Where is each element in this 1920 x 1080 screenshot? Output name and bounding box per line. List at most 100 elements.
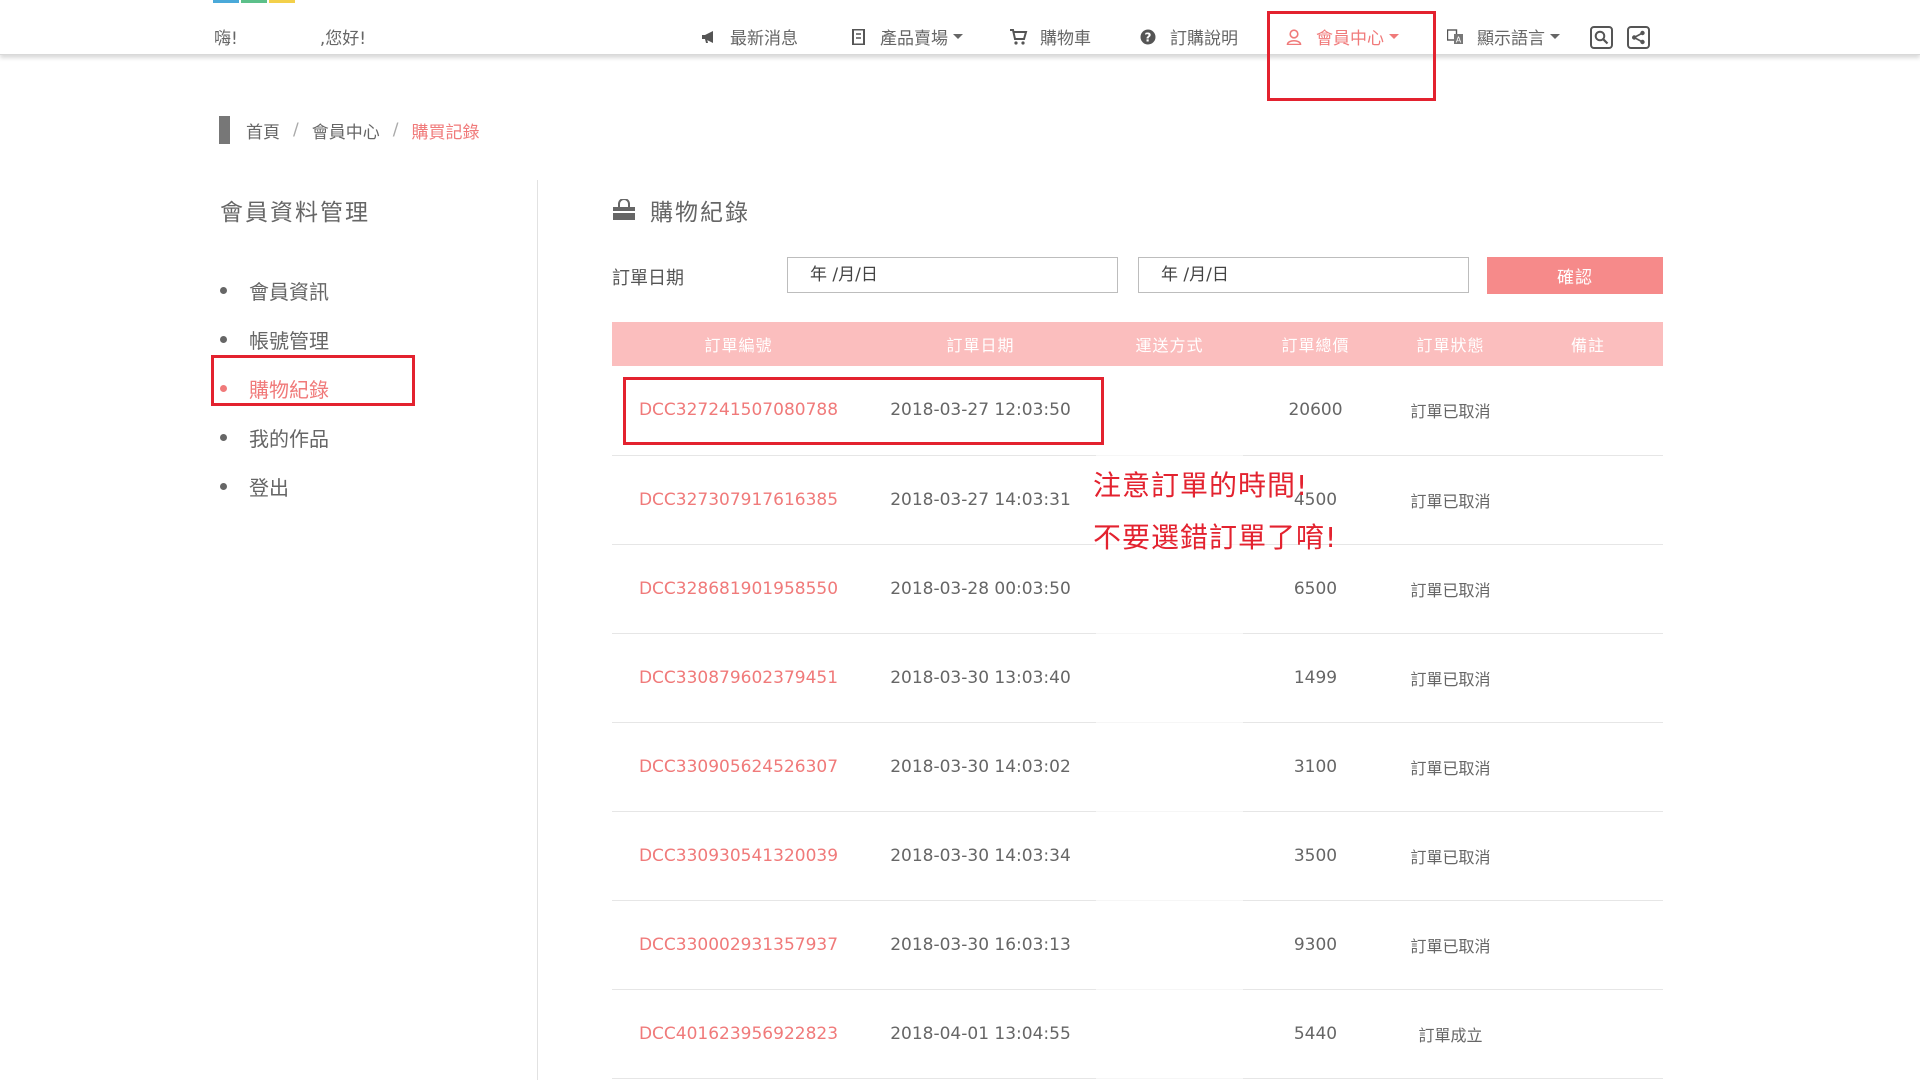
nav-news-label: 最新消息: [730, 29, 798, 49]
order-date: 2018-03-28 00:03:50: [865, 544, 1096, 634]
nav-language-label: 顯示語言: [1477, 29, 1545, 49]
sidebar-item-my-works[interactable]: 我的作品: [220, 413, 329, 462]
nav-products[interactable]: 產品賣場: [850, 24, 963, 49]
sidebar-item-label: 登出: [249, 476, 289, 500]
bullet-icon: [220, 287, 227, 294]
nav-language[interactable]: A 顯示語言: [1447, 24, 1560, 49]
svg-text:?: ?: [1145, 30, 1152, 44]
order-date: 2018-03-30 16:03:13: [865, 900, 1096, 990]
nav-cart[interactable]: 購物車: [1010, 24, 1091, 49]
column-header: 備註: [1570, 336, 1605, 355]
shipping-method: [1096, 900, 1243, 990]
table-row: DCC330930541320039 2018-03-30 14:03:34 350…: [612, 811, 1663, 901]
column-header: 運送方式: [1135, 336, 1204, 355]
column-header: 訂單日期: [946, 336, 1015, 355]
order-date: 2018-03-30 14:03:02: [865, 722, 1096, 812]
order-note: [1513, 989, 1663, 1079]
order-note: [1513, 722, 1663, 812]
annotation-line-1: 注意訂單的時間!: [1093, 469, 1309, 502]
order-date-label: 訂單日期: [612, 268, 684, 289]
greeting-prefix: 嗨!: [214, 29, 238, 49]
sidebar-item-label: 帳號管理: [249, 329, 329, 353]
shipping-method: [1096, 633, 1243, 723]
order-status: 訂單已取消: [1388, 722, 1513, 812]
order-id-link[interactable]: DCC330002931357937: [612, 900, 865, 990]
nav-products-label: 產品賣場: [880, 29, 948, 49]
order-id-link[interactable]: DCC330930541320039: [612, 811, 865, 901]
breadcrumb-member[interactable]: 會員中心: [312, 118, 380, 143]
column-header: 訂單編號: [704, 336, 773, 355]
cart-icon: [1010, 28, 1028, 45]
sidebar-title: 會員資料管理: [220, 200, 370, 226]
logo[interactable]: [213, 0, 297, 3]
order-status: 訂單已取消: [1388, 366, 1513, 456]
nav-ordering-guide[interactable]: ? 訂購說明: [1140, 24, 1238, 49]
breadcrumb: 首頁 / 會員中心 / 購買記錄: [219, 116, 479, 144]
order-id-link[interactable]: DCC330879602379451: [612, 633, 865, 723]
order-note: [1513, 900, 1663, 990]
shipping-method: [1096, 811, 1243, 901]
chevron-down-icon: [953, 34, 963, 39]
username-redacted: [238, 24, 320, 49]
greeting-suffix: ,您好!: [319, 29, 367, 49]
sidebar-item-label: 會員資訊: [249, 280, 329, 304]
start-date-input[interactable]: [787, 257, 1118, 293]
bullet-icon: [220, 336, 227, 343]
order-total: 20600: [1243, 366, 1388, 456]
sidebar-item-label: 我的作品: [249, 427, 329, 451]
column-header: 訂單總價: [1281, 336, 1350, 355]
nav-news[interactable]: 最新消息: [700, 24, 798, 49]
order-id-link[interactable]: DCC327307917616385: [612, 455, 865, 545]
order-status: 訂單已取消: [1388, 455, 1513, 545]
order-total: 5440: [1243, 989, 1388, 1079]
question-icon: ?: [1140, 29, 1156, 44]
order-note: [1513, 633, 1663, 723]
order-status: 訂單成立: [1388, 989, 1513, 1079]
annotation-note: 注意訂單的時間! 不要選錯訂單了唷!: [1093, 460, 1337, 564]
order-total: 1499: [1243, 633, 1388, 723]
column-header: 訂單狀態: [1416, 336, 1485, 355]
table-row: DCC401623956922823 2018-04-01 13:04:55 544…: [612, 989, 1663, 1079]
table-row: DCC330002931357937 2018-03-30 16:03:13 930…: [612, 900, 1663, 990]
bullet-icon: [220, 434, 227, 441]
sidebar-item-member-info[interactable]: 會員資訊: [220, 266, 329, 315]
language-icon: A: [1447, 28, 1463, 44]
nav-cart-label: 購物車: [1040, 29, 1091, 49]
share-icon: [1632, 30, 1645, 45]
end-date-input[interactable]: [1138, 257, 1469, 293]
confirm-button[interactable]: 確認: [1487, 257, 1663, 294]
order-date: 2018-03-30 14:03:34: [865, 811, 1096, 901]
page-title-text: 購物紀錄: [650, 200, 750, 226]
top-navbar: 嗨! ,您好! 最新消息 產品賣場 購物車 ? 訂購說明 會員中心 A 顯示語言: [0, 0, 1920, 55]
order-date: 2018-03-30 13:03:40: [865, 633, 1096, 723]
breadcrumb-separator: /: [293, 120, 299, 140]
order-total: 3500: [1243, 811, 1388, 901]
svg-text:A: A: [1456, 35, 1462, 44]
share-button[interactable]: [1627, 26, 1650, 49]
order-id-link[interactable]: DCC328681901958550: [612, 544, 865, 634]
sidebar-item-logout[interactable]: 登出: [220, 462, 329, 511]
shipping-method: [1096, 989, 1243, 1079]
shipping-method: [1096, 722, 1243, 812]
shopping-bag-icon: [613, 199, 635, 220]
bullet-icon: [220, 483, 227, 490]
table-row: DCC330905624526307 2018-03-30 14:03:02 310…: [612, 722, 1663, 812]
order-status: 訂單已取消: [1388, 544, 1513, 634]
breadcrumb-current: 購買記錄: [411, 122, 480, 143]
page-title: 購物紀錄: [612, 193, 750, 227]
order-note: [1513, 811, 1663, 901]
order-id-link[interactable]: DCC330905624526307: [612, 722, 865, 812]
greeting: 嗨! ,您好!: [214, 24, 366, 49]
highlight-first-order: [623, 377, 1104, 445]
order-total: 3100: [1243, 722, 1388, 812]
order-status: 訂單已取消: [1388, 633, 1513, 723]
order-note: [1513, 366, 1663, 456]
order-status: 訂單已取消: [1388, 811, 1513, 901]
search-button[interactable]: [1590, 26, 1613, 49]
shipping-method: [1096, 366, 1243, 456]
breadcrumb-home[interactable]: 首頁: [246, 118, 280, 143]
search-icon: [1594, 30, 1609, 45]
order-id-link[interactable]: DCC401623956922823: [612, 989, 865, 1079]
order-total: 9300: [1243, 900, 1388, 990]
megaphone-icon: [702, 30, 713, 43]
